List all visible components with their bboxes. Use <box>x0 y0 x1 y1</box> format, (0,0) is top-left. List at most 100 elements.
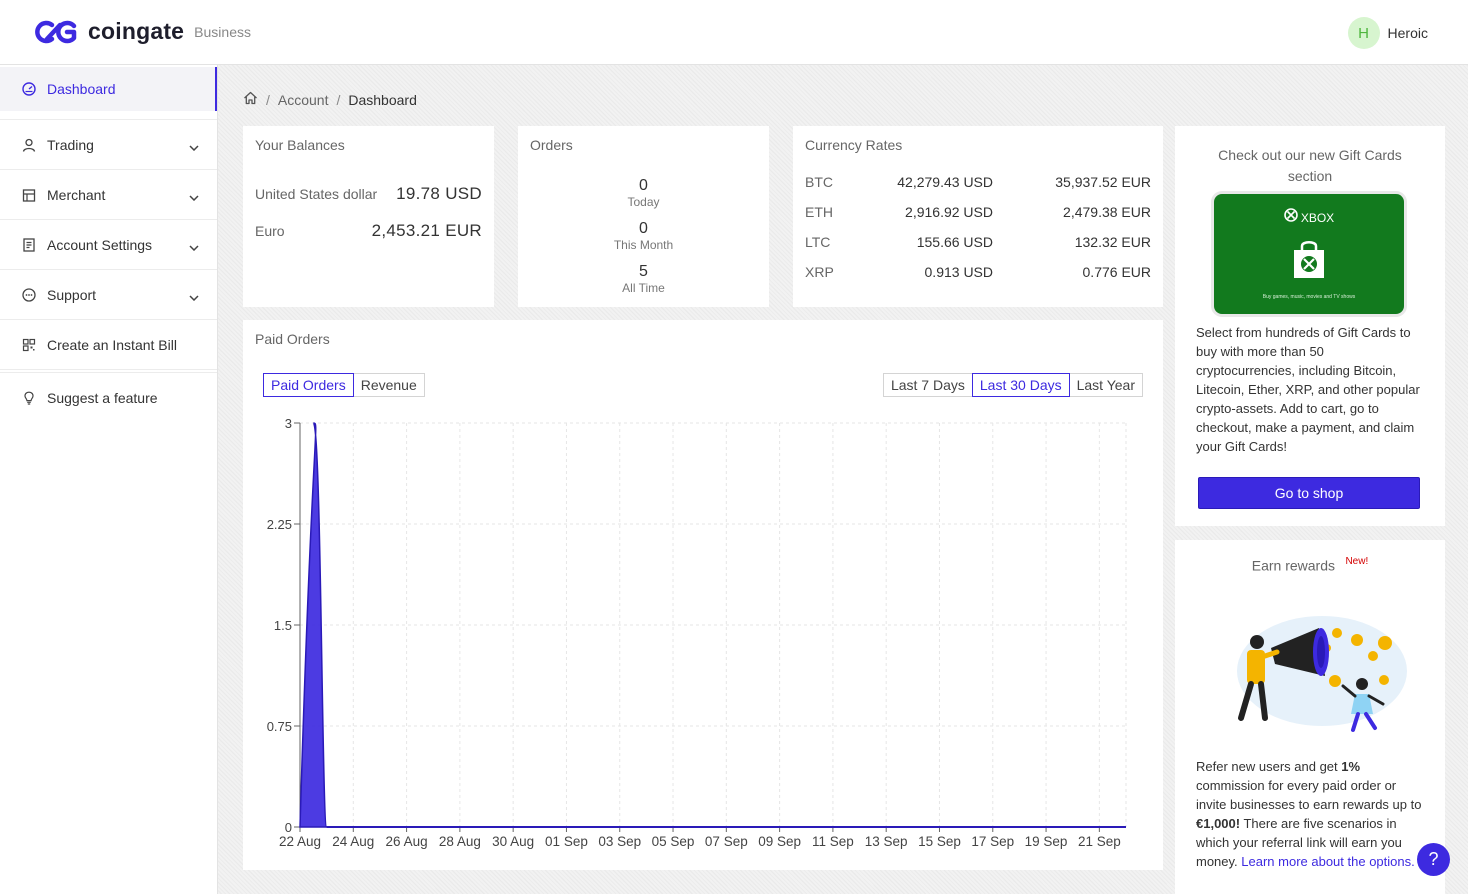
x-tick-label: 21 Sep <box>1078 834 1121 849</box>
breadcrumb-current: Dashboard <box>348 91 417 108</box>
orders-stat-label: Today <box>627 195 660 209</box>
breadcrumb-account[interactable]: Account <box>278 92 329 108</box>
divider <box>0 111 217 120</box>
paid-orders-card: Paid Orders Paid Orders Revenue Last 7 D… <box>243 320 1163 870</box>
breadcrumb-separator: / <box>266 91 270 108</box>
orders-stat-value: 5 <box>639 263 648 280</box>
sidebar-item-label: Support <box>47 286 97 303</box>
y-tick-label: 3 <box>285 416 292 431</box>
sidebar-item-trading[interactable]: Trading <box>0 120 217 170</box>
rewards-promo: Earn rewards New! Refer new users and ge… <box>1175 540 1445 894</box>
user-icon <box>22 138 36 152</box>
y-tick-label: 2.25 <box>267 517 292 532</box>
balances-card: Your Balances United States dollar 19.78… <box>243 126 494 307</box>
chevron-down-icon <box>189 138 199 154</box>
store-icon <box>22 188 36 202</box>
x-tick-label: 24 Aug <box>332 834 374 849</box>
suggest-feature-link[interactable]: Suggest a feature <box>0 373 217 423</box>
breadcrumb-separator: / <box>336 91 341 108</box>
y-tick-label: 0 <box>285 820 292 835</box>
new-badge: New! <box>1345 556 1369 567</box>
coingate-logo-icon <box>35 20 77 43</box>
x-tick-label: 28 Aug <box>439 834 481 849</box>
go-to-shop-button[interactable]: Go to shop <box>1198 477 1420 509</box>
rate-currency: LTC <box>805 234 831 250</box>
x-tick-label: 30 Aug <box>492 834 534 849</box>
gift-title: Check out our new Gift Cards section <box>1218 147 1402 184</box>
chevron-down-icon <box>189 188 199 204</box>
orders-stat-value: 0 <box>639 220 648 237</box>
sidebar-item-instant-bill[interactable]: Create an Instant Bill <box>0 320 217 370</box>
logo[interactable]: coingate Business <box>32 18 251 45</box>
x-tick-label: 19 Sep <box>1025 834 1068 849</box>
rate-row: ETH 2,916.92 USD 2,479.38 EUR <box>805 204 1151 220</box>
referral-megaphone-illustration <box>1237 616 1407 732</box>
rate-currency: BTC <box>805 174 833 190</box>
range-last-30-days-button[interactable]: Last 30 Days <box>971 373 1070 397</box>
y-tick-label: 1.5 <box>274 618 292 633</box>
learn-more-link[interactable]: Learn more about the options. <box>1241 854 1414 869</box>
rewards-title: Earn rewards <box>1251 557 1335 574</box>
home-icon[interactable] <box>243 91 258 108</box>
orders-title: Orders <box>530 137 573 153</box>
rewards-text: commission for every paid order or invit… <box>1196 778 1422 812</box>
x-tick-label: 11 Sep <box>812 834 854 849</box>
sidebar-item-dashboard[interactable]: Dashboard <box>0 67 217 111</box>
x-tick-label: 22 Aug <box>279 834 321 849</box>
x-tick-label: 07 Sep <box>705 834 748 849</box>
settings-icon <box>22 237 36 252</box>
orders-stat-today: 0 Today <box>518 177 769 209</box>
rate-eur: 2,479.38 EUR <box>1063 204 1151 220</box>
rate-row: BTC 42,279.43 USD 35,937.52 EUR <box>805 174 1151 190</box>
orders-card: Orders 0 Today 0 This Month 5 All Time <box>518 126 769 307</box>
rate-eur: 35,937.52 EUR <box>1055 174 1151 190</box>
balance-value: 2,453.21 EUR <box>371 221 482 240</box>
lightbulb-icon <box>22 391 36 405</box>
rate-usd: 155.66 USD <box>916 234 993 250</box>
rate-usd: 42,279.43 USD <box>897 174 993 190</box>
dashboard-icon <box>22 82 36 96</box>
x-tick-label: 09 Sep <box>758 834 801 849</box>
paid-orders-toggle-button[interactable]: Paid Orders <box>263 373 354 397</box>
chat-icon <box>22 287 36 302</box>
brand-sub: Business <box>194 23 251 40</box>
sidebar-item-account-settings[interactable]: Account Settings <box>0 220 217 270</box>
xbox-brand: XBOX <box>1214 208 1404 227</box>
y-tick-label: 0.75 <box>267 719 292 734</box>
orders-stat-value: 0 <box>639 177 648 194</box>
rate-row: LTC 155.66 USD 132.32 EUR <box>805 234 1151 250</box>
user-name[interactable]: Heroic <box>1388 25 1428 41</box>
balance-label: Euro <box>255 223 285 239</box>
orders-stat-label: All Time <box>622 281 665 295</box>
top-bar: coingate Business H Heroic <box>0 0 1468 65</box>
sidebar-item-label: Account Settings <box>47 236 153 253</box>
sidebar-item-merchant[interactable]: Merchant <box>0 170 217 220</box>
x-tick-label: 05 Sep <box>652 834 695 849</box>
xbox-logo-icon <box>1284 208 1298 227</box>
orders-stat-label: This Month <box>613 238 674 252</box>
user-menu[interactable]: H Heroic <box>1347 17 1428 49</box>
sidebar-item-label: Merchant <box>47 186 106 203</box>
rate-usd: 2,916.92 USD <box>905 204 993 220</box>
xbox-gift-card-image[interactable]: XBOX Buy games, music, movies and TV sho… <box>1214 194 1404 314</box>
help-button[interactable]: ? <box>1417 843 1450 876</box>
xbox-brand-text: XBOX <box>1300 210 1335 225</box>
x-tick-label: 17 Sep <box>971 834 1014 849</box>
paid-orders-chart: 0 0.75 1.5 2.25 3 22 Aug 24 Aug 26 Aug 28 Aug 30 … <box>267 416 1127 849</box>
balance-value: 19.78 USD <box>396 184 482 203</box>
rewards-text: Refer new users and get <box>1196 759 1342 774</box>
rewards-description: Refer new users and get 1% commission fo… <box>1196 757 1424 871</box>
x-tick-label: 01 Sep <box>545 834 588 849</box>
balance-row: Euro 2,453.21 EUR <box>255 221 482 241</box>
breadcrumb: / Account / Dashboard <box>243 91 417 108</box>
orders-stat-all-time: 5 All Time <box>518 263 769 295</box>
sidebar-item-support[interactable]: Support <box>0 270 217 320</box>
currency-rates-card: Currency Rates BTC 42,279.43 USD 35,937.… <box>793 126 1163 307</box>
gift-description: Select from hundreds of Gift Cards to bu… <box>1196 325 1420 454</box>
x-tick-label: 15 Sep <box>918 834 961 849</box>
rate-eur: 0.776 EUR <box>1082 264 1151 280</box>
rewards-max: €1,000! <box>1196 816 1241 831</box>
avatar[interactable]: H <box>1347 17 1380 49</box>
suggest-feature-label: Suggest a feature <box>47 390 158 406</box>
x-tick-label: 26 Aug <box>386 834 428 849</box>
